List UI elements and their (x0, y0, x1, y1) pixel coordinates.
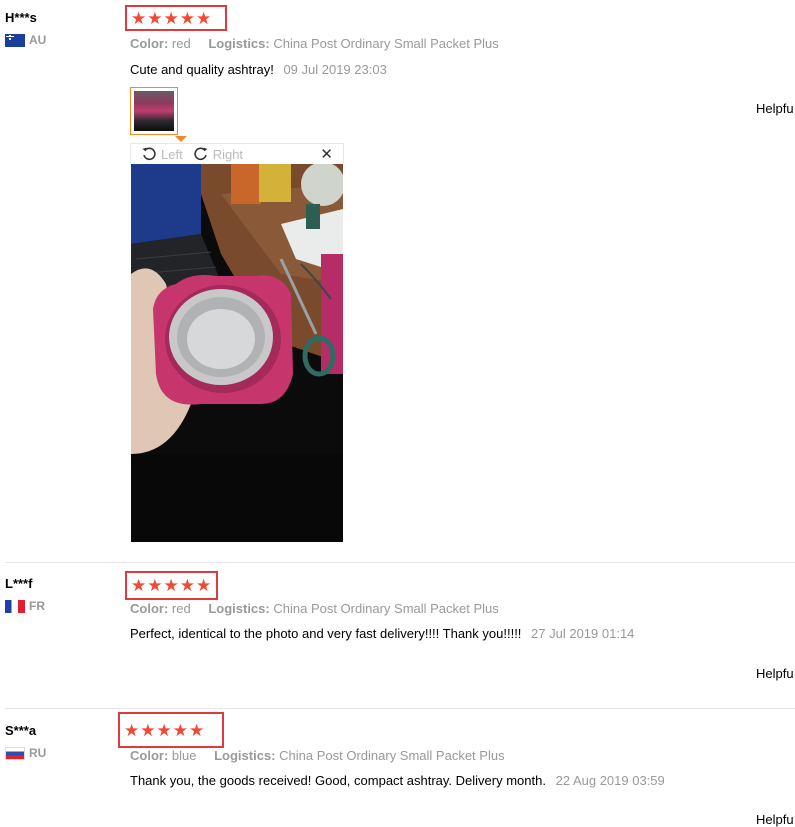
logistics-value: China Post Ordinary Small Packet Plus (273, 36, 499, 51)
reviewer-country: AU (5, 33, 46, 47)
star-icon: ★ (163, 576, 179, 595)
review-photo-thumbnail[interactable] (130, 87, 178, 135)
review-date: 09 Jul 2019 23:03 (283, 62, 387, 77)
rotate-left-button[interactable]: Left (141, 146, 183, 162)
review-text: Perfect, identical to the photo and very… (130, 626, 522, 641)
star-icon: ★ (147, 576, 163, 595)
ashtray-photo (131, 164, 343, 542)
star-rating: ★ ★ ★ ★ ★ (125, 571, 218, 600)
review-photo-large (131, 164, 343, 542)
australia-flag-icon (5, 33, 25, 47)
logistics-label: Logistics: (208, 601, 270, 616)
star-icon: ★ (196, 8, 212, 28)
star-rating: ★ ★ ★ ★ ★ (125, 5, 227, 31)
reviewer-country: FR (5, 599, 45, 613)
country-code: AU (29, 33, 47, 47)
star-icon: ★ (196, 576, 212, 595)
country-code: FR (29, 599, 45, 613)
color-label: Color: (130, 36, 169, 51)
review-date: 27 Jul 2019 01:14 (531, 626, 635, 641)
review-divider (5, 562, 795, 563)
review-divider (5, 708, 795, 709)
reviewer-name: S***a (5, 723, 37, 738)
review-text: Thank you, the goods received! Good, com… (130, 773, 546, 788)
review-text-line: Perfect, identical to the photo and very… (130, 626, 634, 641)
helpful-button[interactable]: Helpfu (756, 101, 794, 116)
close-icon[interactable]: ✕ (320, 145, 333, 163)
logistics-value: China Post Ordinary Small Packet Plus (279, 748, 505, 763)
color-value: red (171, 36, 191, 51)
reviewer-name: H***s (5, 10, 37, 25)
star-rating: ★ ★ ★ ★ ★ (118, 712, 224, 748)
rotate-left-label: Left (161, 146, 183, 162)
russia-flag-icon (5, 746, 25, 760)
star-icon: ★ (179, 576, 195, 595)
star-icon: ★ (189, 720, 205, 740)
rotate-left-icon (142, 147, 156, 161)
order-info: Color: red Logistics: China Post Ordinar… (130, 36, 499, 51)
helpful-button[interactable]: Helpfu (756, 812, 794, 827)
logistics-value: China Post Ordinary Small Packet Plus (273, 601, 499, 616)
star-icon: ★ (124, 720, 140, 740)
review-text-line: Thank you, the goods received! Good, com… (130, 773, 665, 788)
color-label: Color: (130, 601, 169, 616)
helpful-button[interactable]: Helpfu (756, 666, 794, 681)
thumbnail-pointer-icon (175, 136, 187, 142)
logistics-label: Logistics: (208, 36, 270, 51)
star-icon: ★ (131, 8, 147, 28)
rotate-right-icon (194, 147, 208, 161)
france-flag-icon (5, 599, 25, 613)
color-label: Color: (130, 748, 169, 763)
thumbnail-image (134, 91, 174, 131)
star-icon: ★ (156, 720, 172, 740)
order-info: Color: blue Logistics: China Post Ordina… (130, 748, 505, 763)
star-icon: ★ (140, 720, 156, 740)
reviewer-country: RU (5, 746, 46, 760)
rotate-right-button[interactable]: Right (193, 146, 243, 162)
color-value: blue (171, 748, 197, 763)
review-date: 22 Aug 2019 03:59 (555, 773, 665, 788)
star-icon: ★ (172, 720, 188, 740)
star-icon: ★ (179, 8, 195, 28)
review-text: Cute and quality ashtray! (130, 62, 274, 77)
reviewer-name: L***f (5, 576, 33, 591)
color-value: red (171, 601, 191, 616)
image-viewer-toolbar: Left Right ✕ (130, 143, 344, 164)
star-icon: ★ (131, 576, 147, 595)
star-icon: ★ (147, 8, 163, 28)
order-info: Color: red Logistics: China Post Ordinar… (130, 601, 499, 616)
logistics-label: Logistics: (214, 748, 276, 763)
review-text-line: Cute and quality ashtray! 09 Jul 2019 23… (130, 62, 387, 77)
rotate-right-label: Right (212, 146, 244, 162)
country-code: RU (29, 746, 47, 760)
star-icon: ★ (163, 8, 179, 28)
